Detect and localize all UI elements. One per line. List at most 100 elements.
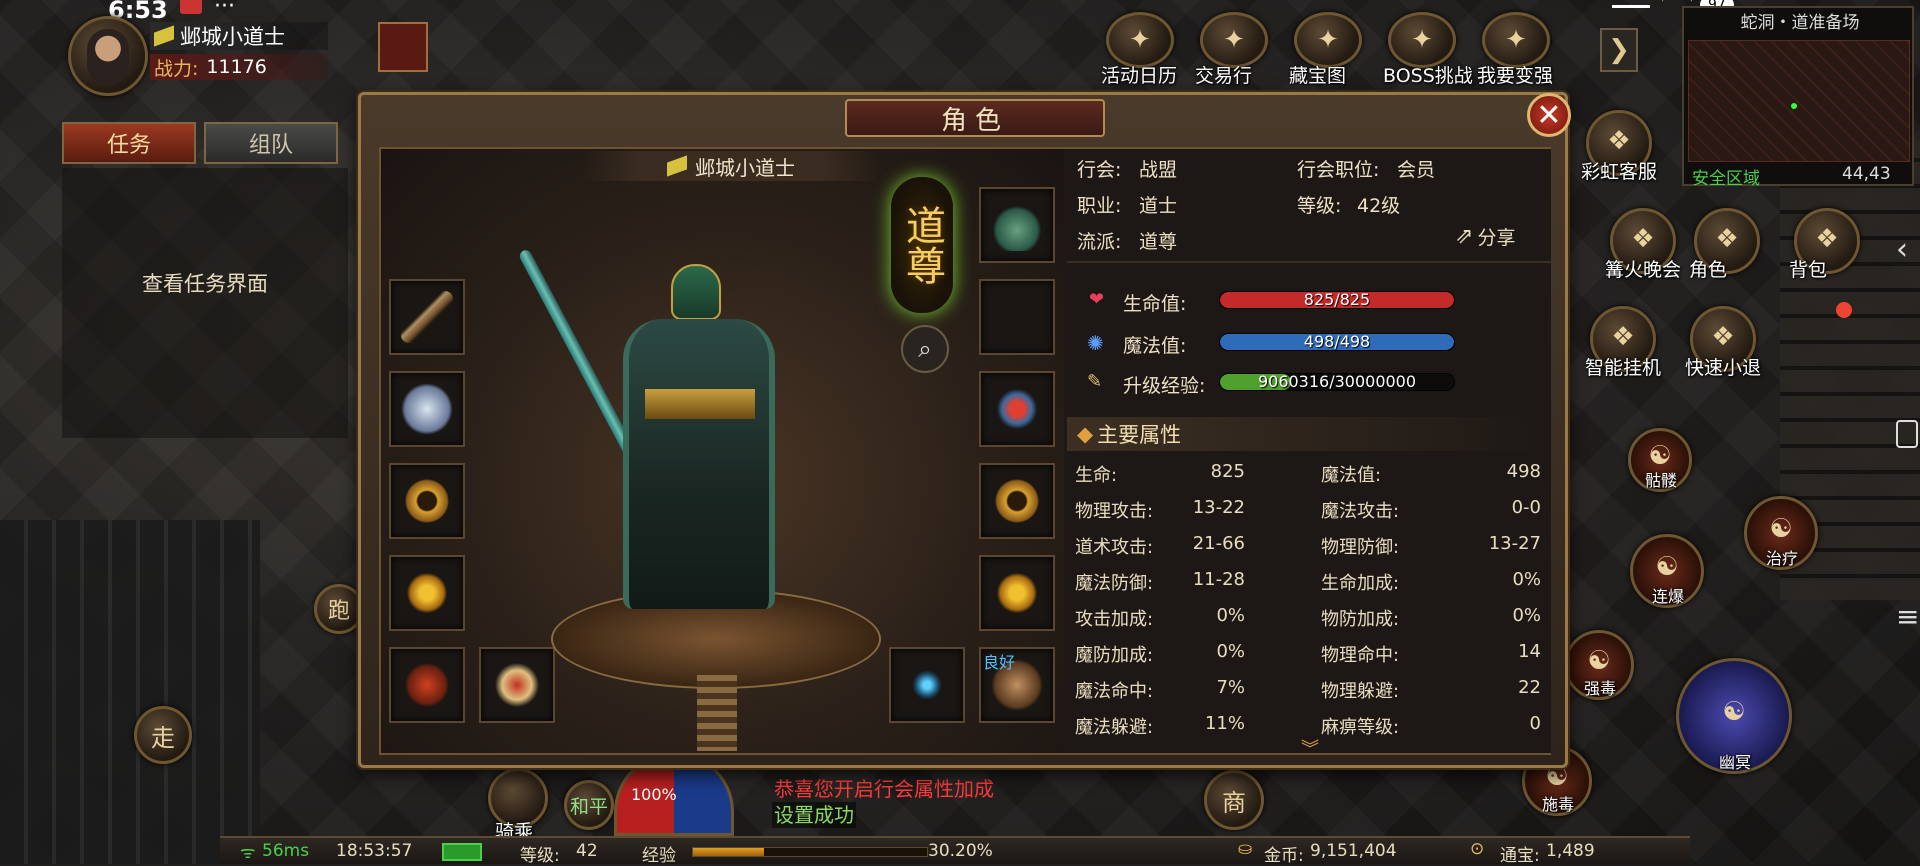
- tab-quest[interactable]: 任务: [62, 122, 196, 164]
- side-menu-heart-hands-button[interactable]: ❖ 彩虹客服: [1581, 110, 1657, 183]
- ring-item-icon: [991, 567, 1043, 619]
- position-label: 行会职位:: [1297, 159, 1380, 181]
- character-window: 角色 ✕ 邺城小道士 良好 道尊 ⌕ 行会: 战盟 行会职位: 会员 职业: 道…: [358, 92, 1571, 768]
- stat-value: 0: [1529, 713, 1541, 734]
- skill-yinyang-button[interactable]: ☯ 幽冥: [1676, 658, 1792, 774]
- edge-float-icon[interactable]: [1896, 420, 1918, 448]
- quest-panel: 查看任务界面: [62, 168, 348, 438]
- tongbao-icon: ⊙: [1470, 839, 1485, 859]
- slot-weapon[interactable]: [389, 279, 465, 355]
- exp-label-info: 升级经验:: [1123, 375, 1206, 397]
- top-menu-fist-button[interactable]: ✦ 我要变强: [1477, 12, 1553, 87]
- slot-belt[interactable]: [389, 647, 465, 723]
- chevron-right-icon: ❯: [1608, 35, 1630, 65]
- position-value: 会员: [1397, 159, 1436, 181]
- top-menu-calendar-button[interactable]: ✦ 活动日历: [1101, 12, 1177, 87]
- slot-necklace[interactable]: [979, 371, 1055, 447]
- character-body: [623, 319, 775, 609]
- map-scroll-icon: ✦: [1317, 25, 1339, 55]
- slot-ring-left[interactable]: [389, 555, 465, 631]
- slot-boots[interactable]: [479, 647, 555, 723]
- stat-label: 物防加成:: [1321, 609, 1400, 630]
- peace-mode-button[interactable]: 和平: [564, 780, 614, 830]
- quest-panel-text[interactable]: 查看任务界面: [62, 268, 348, 298]
- bracelet-item-icon: [401, 475, 453, 527]
- mount-button[interactable]: 骑乘: [488, 768, 548, 843]
- top-menu-scale-button[interactable]: ✦ 交易行: [1195, 12, 1268, 87]
- stat-value: 13-27: [1488, 533, 1541, 554]
- boots-item-icon: [491, 659, 543, 711]
- side-menu-helmet-button[interactable]: ❖ 角色: [1689, 208, 1760, 281]
- edge-chevron-left-icon[interactable]: ‹: [1896, 232, 1908, 267]
- slot-pet[interactable]: 良好: [979, 647, 1055, 723]
- skill-poison-button[interactable]: ☯ 强毒: [1564, 630, 1634, 700]
- side-menu-exit-button[interactable]: ❖ 快速小退: [1685, 306, 1761, 379]
- top-menu-map-scroll-button[interactable]: ✦ 藏宝图: [1289, 12, 1362, 87]
- character-name-bar: 邺城小道士: [581, 151, 881, 181]
- slot-badge: 良好: [983, 653, 1016, 672]
- buff-icon[interactable]: [378, 22, 428, 72]
- slot-gem[interactable]: [889, 647, 965, 723]
- level-label: 等级:: [520, 846, 560, 866]
- skill-skull-button[interactable]: ☯ 骷髅: [1628, 428, 1692, 492]
- exp-percent: 30.20%: [928, 841, 993, 861]
- slot-ring-right[interactable]: [979, 555, 1055, 631]
- side-menu-bonfire-button[interactable]: ❖ 篝火晚会: [1605, 208, 1681, 281]
- inspect-button[interactable]: ⌕: [901, 325, 949, 373]
- tab-team[interactable]: 组队: [204, 122, 338, 164]
- close-icon: ✕: [1536, 97, 1562, 133]
- hp-label: 生命值:: [1123, 293, 1187, 315]
- slot-bracelet-left[interactable]: [389, 463, 465, 539]
- top-menu-demon-head-button[interactable]: ✦ BOSS挑战: [1383, 12, 1473, 87]
- armor-item-icon: [401, 383, 453, 435]
- guild-label: 行会:: [1077, 159, 1122, 181]
- skill-heal-cross-button[interactable]: ☯ 治疗: [1744, 496, 1818, 570]
- power-value: 11176: [206, 56, 267, 78]
- mana-swirl-icon: ✺: [1087, 331, 1104, 355]
- more-notifications: ···: [214, 0, 235, 19]
- skill-label: 骷髅: [1645, 471, 1678, 490]
- minimap-view[interactable]: [1688, 40, 1910, 162]
- side-menu-label: 背包: [1789, 259, 1828, 281]
- floor-tiles-left: [0, 520, 260, 864]
- window-title: 角色: [845, 99, 1105, 137]
- minimap-title: 蛇洞・道准备场: [1740, 13, 1860, 33]
- minimap[interactable]: 蛇洞・道准备场 安全区域 44,43: [1682, 6, 1914, 189]
- belt-item-icon: [401, 659, 453, 711]
- walk-button[interactable]: 走: [134, 706, 192, 764]
- character-name: 邺城小道士: [695, 155, 795, 180]
- guild-flag-icon: [154, 25, 174, 47]
- slot-bracelet-right[interactable]: [979, 463, 1055, 539]
- run-button[interactable]: 跑: [314, 584, 364, 634]
- top-menu-label: 藏宝图: [1289, 65, 1347, 87]
- character-panel: 邺城小道士 良好 道尊 ⌕: [381, 149, 1064, 753]
- player-avatar[interactable]: [68, 16, 148, 96]
- divider: [1067, 261, 1551, 263]
- expand-arrow-button[interactable]: ❯: [1600, 28, 1638, 72]
- close-button[interactable]: ✕: [1527, 93, 1571, 137]
- edge-menu-icon[interactable]: ≡: [1896, 600, 1919, 633]
- slot-armor[interactable]: [389, 371, 465, 447]
- ping-value: 56ms: [262, 841, 310, 861]
- skill-burst-button[interactable]: ☯ 连爆: [1630, 534, 1704, 608]
- zone-label: 安全区域: [1692, 169, 1760, 189]
- shop-button[interactable]: 商: [1204, 770, 1264, 830]
- stat-value: 498: [1506, 461, 1541, 482]
- hp-bar: 825/825: [1219, 291, 1455, 309]
- slot-empty[interactable]: [979, 279, 1055, 355]
- stat-value: 21-66: [1192, 533, 1245, 554]
- side-menu-label: 彩虹客服: [1581, 161, 1658, 183]
- side-menu-robot-button[interactable]: ❖ 智能挂机: [1585, 306, 1661, 379]
- slot-helmet[interactable]: [979, 187, 1055, 263]
- exp-label: 经验: [642, 846, 676, 866]
- stat-label: 物理命中:: [1321, 645, 1400, 666]
- stat-value: 11%: [1204, 713, 1245, 734]
- helmet-item-icon: [991, 199, 1043, 251]
- top-menu-label: 交易行: [1195, 65, 1253, 87]
- side-menu-bag-button[interactable]: ❖ 背包: [1789, 208, 1860, 281]
- system-message: 恭喜您开启行会属性加成: [774, 777, 994, 801]
- side-menu-label: 快速小退: [1685, 357, 1762, 379]
- side-menu-label: 篝火晚会: [1605, 259, 1682, 281]
- hp-bar-text: 825/825: [1303, 291, 1371, 309]
- share-button[interactable]: ⇗ 分享: [1455, 223, 1515, 250]
